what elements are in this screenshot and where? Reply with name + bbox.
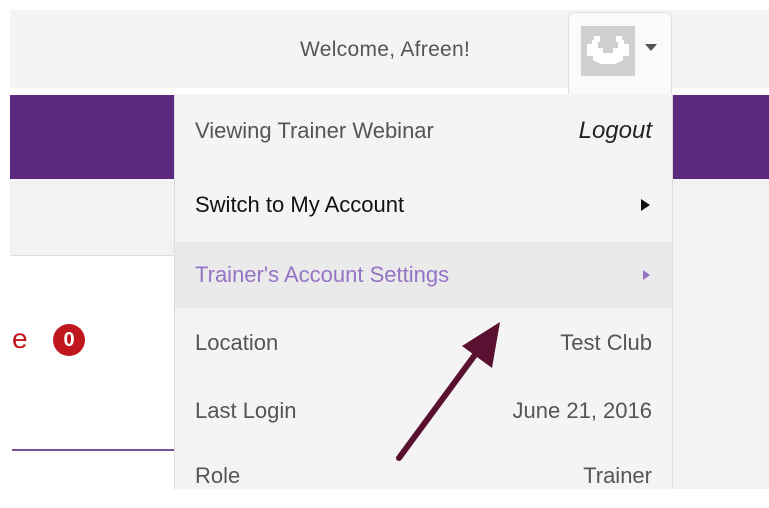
info-label: Role	[195, 463, 241, 488]
triangle-right-icon	[643, 270, 650, 280]
welcome-message: Welcome, Afreen!	[300, 38, 471, 61]
logout-link[interactable]: Logout	[579, 117, 652, 145]
info-row-last-login: Last Login June 21, 2016	[175, 378, 672, 444]
side-panel-background	[672, 255, 769, 489]
menu-item-label: Trainer's Account Settings	[195, 262, 450, 287]
info-label: Location	[195, 330, 279, 355]
info-value: June 21, 2016	[512, 398, 652, 423]
info-value: Trainer	[583, 463, 652, 488]
user-menu-toggle[interactable]	[568, 12, 672, 94]
flexing-arms-icon[interactable]	[581, 26, 635, 76]
menu-item-trainer-account-settings[interactable]: Trainer's Account Settings	[175, 242, 672, 308]
menu-item-switch-account[interactable]: Switch to My Account	[175, 168, 672, 242]
viewing-as-label: Viewing Trainer Webinar	[195, 118, 434, 143]
caret-down-icon[interactable]	[645, 44, 657, 51]
partial-heading-text: e	[12, 323, 28, 354]
info-label: Last Login	[195, 398, 297, 423]
tab-underline	[12, 449, 175, 451]
info-row-role: Role Trainer	[175, 444, 672, 508]
viewing-as-row: Viewing Trainer Webinar Logout	[175, 94, 672, 168]
info-row-location: Location Test Club	[175, 308, 672, 378]
triangle-right-icon	[641, 199, 650, 211]
user-dropdown-menu: Viewing Trainer Webinar Logout Switch to…	[174, 94, 673, 489]
info-value: Test Club	[560, 330, 652, 355]
notification-count-badge[interactable]: 0	[53, 324, 85, 356]
menu-item-label: Switch to My Account	[195, 192, 405, 217]
